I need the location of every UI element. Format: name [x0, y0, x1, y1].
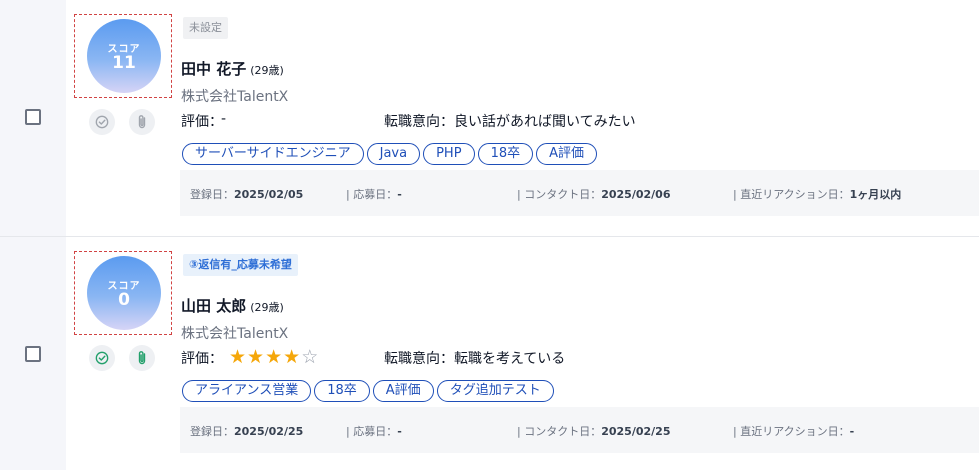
tag[interactable]: 18卒: [477, 143, 534, 165]
candidate-details: 未設定 田中 花子 (29歳) 株式会社TalentX 評価： - 転職意向：良い…: [180, 0, 979, 236]
reaction-date: | 直近リアクション日：-: [733, 423, 854, 439]
dates-bar: 登録日：2025/02/05 | 応募日：- | コンタクト日：2025/02/…: [180, 170, 979, 216]
applied-date: | 応募日：-: [346, 423, 402, 439]
paperclip-icon: [138, 115, 146, 129]
score-badge: スコア 11: [87, 19, 161, 93]
tag[interactable]: 18卒: [314, 380, 370, 402]
tag[interactable]: タグ追加テスト: [436, 380, 554, 402]
registered-date: 登録日：2025/02/05: [190, 186, 303, 202]
applied-date-label: | 応募日：: [346, 425, 398, 438]
score-highlight-box: スコア 11: [74, 14, 172, 98]
candidate-name-line[interactable]: 田中 花子 (29歳): [181, 58, 284, 79]
status-badge[interactable]: 未設定: [183, 17, 228, 39]
tag[interactable]: A評価: [372, 380, 434, 402]
candidate-list: スコア 11 未設定 田中 花子 (29歳) 株式会社TalentX 評価： -: [0, 0, 979, 470]
candidate-row: スコア 0 ③返信有_応募未希望 山田 太郎 (29歳) 株式会社TalentX …: [0, 237, 979, 470]
contact-date-value: 2025/02/06: [601, 188, 671, 201]
evaluation-label: 評価：: [181, 351, 223, 367]
star-icon[interactable]: ★: [265, 346, 283, 368]
registered-date-label: 登録日：: [190, 425, 234, 438]
evaluation-label: 評価：: [181, 114, 223, 130]
candidate-name[interactable]: 田中 花子: [181, 60, 246, 78]
registered-date-label: 登録日：: [190, 188, 234, 201]
applied-date-value: -: [397, 425, 402, 438]
candidate-age: (29歳): [250, 301, 284, 314]
reaction-date-value: 1ヶ月以内: [849, 188, 902, 201]
star-icon[interactable]: ☆: [301, 346, 319, 368]
contact-date-value: 2025/02/25: [601, 425, 671, 438]
registered-date-value: 2025/02/05: [234, 188, 304, 201]
star-icon[interactable]: ★: [229, 346, 247, 368]
registered-date: 登録日：2025/02/25: [190, 423, 303, 439]
reaction-date: | 直近リアクション日：1ヶ月以内: [733, 186, 901, 202]
tag[interactable]: A評価: [536, 143, 598, 165]
star-icon[interactable]: ★: [247, 346, 265, 368]
registered-date-value: 2025/02/25: [234, 425, 304, 438]
candidate-details: ③返信有_応募未希望 山田 太郎 (29歳) 株式会社TalentX 評価： ★★…: [180, 237, 979, 470]
check-circle-icon: [95, 351, 109, 365]
evaluation-value: -: [221, 111, 227, 127]
applied-date: | 応募日：-: [346, 186, 402, 202]
company-name: 株式会社TalentX: [181, 326, 289, 342]
company-name: 株式会社TalentX: [181, 89, 289, 105]
tag-list: アライアンス営業 18卒 A評価 タグ追加テスト: [182, 380, 554, 402]
select-checkbox[interactable]: [25, 346, 41, 362]
contact-date: | コンタクト日：2025/02/25: [517, 423, 670, 439]
applied-date-value: -: [397, 188, 402, 201]
dates-bar: 登録日：2025/02/25 | 応募日：- | コンタクト日：2025/02/…: [180, 407, 979, 453]
reaction-date-label: | 直近リアクション日：: [733, 425, 850, 438]
check-circle-icon: [95, 115, 109, 129]
score-badge: スコア 0: [87, 256, 161, 330]
tag[interactable]: サーバーサイドエンジニア: [182, 143, 364, 165]
tag-list: サーバーサイドエンジニア Java PHP 18卒 A評価: [182, 143, 598, 165]
candidate-age: (29歳): [250, 64, 284, 77]
tag[interactable]: アライアンス営業: [182, 380, 312, 402]
job-change-intent: 転職意向：良い話があれば聞いてみたい: [384, 114, 636, 130]
job-change-intent: 転職意向：転職を考えている: [384, 351, 566, 367]
candidate-name[interactable]: 山田 太郎: [181, 297, 246, 315]
reaction-date-value: -: [849, 425, 855, 438]
select-checkbox[interactable]: [25, 109, 41, 125]
tag[interactable]: PHP: [423, 143, 475, 165]
status-badge[interactable]: ③返信有_応募未希望: [183, 254, 298, 276]
applied-date-label: | 応募日：: [346, 188, 398, 201]
tag[interactable]: Java: [366, 143, 421, 165]
checkbox-column: [0, 237, 66, 470]
candidate-name-line[interactable]: 山田 太郎 (29歳): [181, 295, 284, 316]
candidate-row: スコア 11 未設定 田中 花子 (29歳) 株式会社TalentX 評価： -: [0, 0, 979, 237]
check-button[interactable]: [89, 345, 115, 371]
star-icon[interactable]: ★: [283, 346, 301, 368]
star-rating[interactable]: ★★★★☆: [229, 346, 319, 368]
attachment-button[interactable]: [129, 109, 155, 135]
score-value: 11: [112, 53, 136, 73]
reaction-date-label: | 直近リアクション日：: [733, 188, 850, 201]
score-highlight-box: スコア 0: [74, 251, 172, 335]
score-value: 0: [118, 290, 130, 310]
paperclip-icon: [138, 351, 146, 365]
contact-date-label: | コンタクト日：: [517, 188, 602, 201]
contact-date: | コンタクト日：2025/02/06: [517, 186, 670, 202]
attachment-button[interactable]: [129, 345, 155, 371]
contact-date-label: | コンタクト日：: [517, 425, 602, 438]
check-button[interactable]: [89, 109, 115, 135]
checkbox-column: [0, 0, 66, 236]
